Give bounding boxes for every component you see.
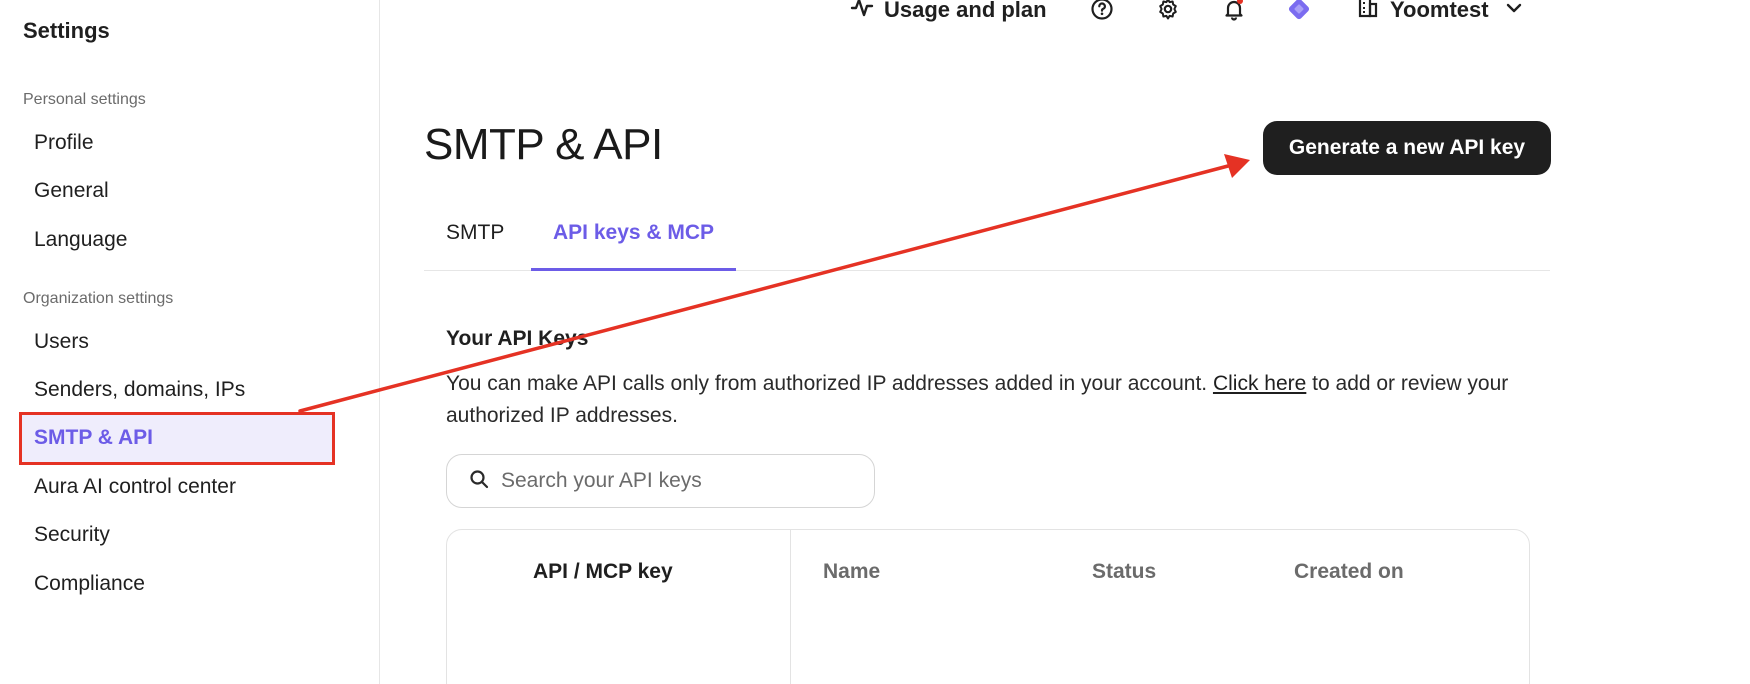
gear-icon[interactable] [1155, 0, 1181, 22]
chevron-down-icon [1505, 0, 1523, 23]
personal-settings-label: Personal settings [23, 91, 146, 108]
activity-icon [850, 0, 874, 25]
tab-smtp[interactable]: SMTP [424, 200, 526, 271]
top-bar [380, 0, 1750, 40]
diamond-icon[interactable] [1286, 0, 1312, 22]
sidebar-item-general[interactable]: General [20, 167, 333, 215]
api-keys-description: You can make API calls only from authori… [446, 368, 1526, 432]
sidebar-item-aura-ai[interactable]: Aura AI control center [20, 463, 333, 511]
page-title: SMTP & API [424, 120, 663, 169]
column-header-created-on[interactable]: Created on [1294, 560, 1404, 584]
sidebar-item-users[interactable]: Users [20, 318, 333, 366]
sidebar-item-senders[interactable]: Senders, domains, IPs [20, 366, 333, 414]
sidebar-item-security[interactable]: Security [20, 511, 333, 559]
table-column-divider [790, 530, 791, 684]
usage-and-plan-label: Usage and plan [884, 0, 1047, 22]
column-header-status[interactable]: Status [1092, 560, 1156, 584]
sidebar-item-compliance[interactable]: Compliance [20, 560, 333, 608]
generate-api-key-button[interactable]: Generate a new API key [1263, 121, 1551, 175]
search-icon [469, 469, 489, 494]
description-text-before: You can make API calls only from authori… [446, 372, 1213, 395]
search-input[interactable] [501, 469, 861, 493]
tab-bar: SMTP API keys & MCP [424, 200, 1550, 271]
sidebar-item-smtp-api[interactable]: SMTP & API [20, 414, 333, 462]
help-icon[interactable] [1089, 0, 1115, 22]
building-icon [1356, 0, 1380, 25]
settings-sidebar: Settings Personal settings Profile Gener… [0, 0, 380, 684]
account-name: Yoomtest [1390, 0, 1489, 22]
organization-settings-label: Organization settings [23, 290, 174, 307]
tab-api-keys-mcp[interactable]: API keys & MCP [531, 200, 737, 271]
usage-and-plan-link[interactable]: Usage and plan [850, 0, 1047, 25]
api-key-search[interactable] [446, 454, 875, 508]
sidebar-item-language[interactable]: Language [20, 216, 333, 264]
column-header-name[interactable]: Name [823, 560, 880, 584]
authorized-ip-link[interactable]: Click here [1213, 372, 1306, 395]
account-switcher[interactable]: Yoomtest [1356, 0, 1523, 25]
column-header-api-mcp-key[interactable]: API / MCP key [533, 560, 673, 584]
sidebar-item-profile[interactable]: Profile [20, 119, 333, 167]
api-keys-heading: Your API Keys [446, 327, 589, 350]
api-keys-table: API / MCP key Name Status Created on [446, 529, 1530, 684]
bell-icon[interactable] [1221, 0, 1247, 22]
sidebar-title: Settings [23, 18, 110, 43]
